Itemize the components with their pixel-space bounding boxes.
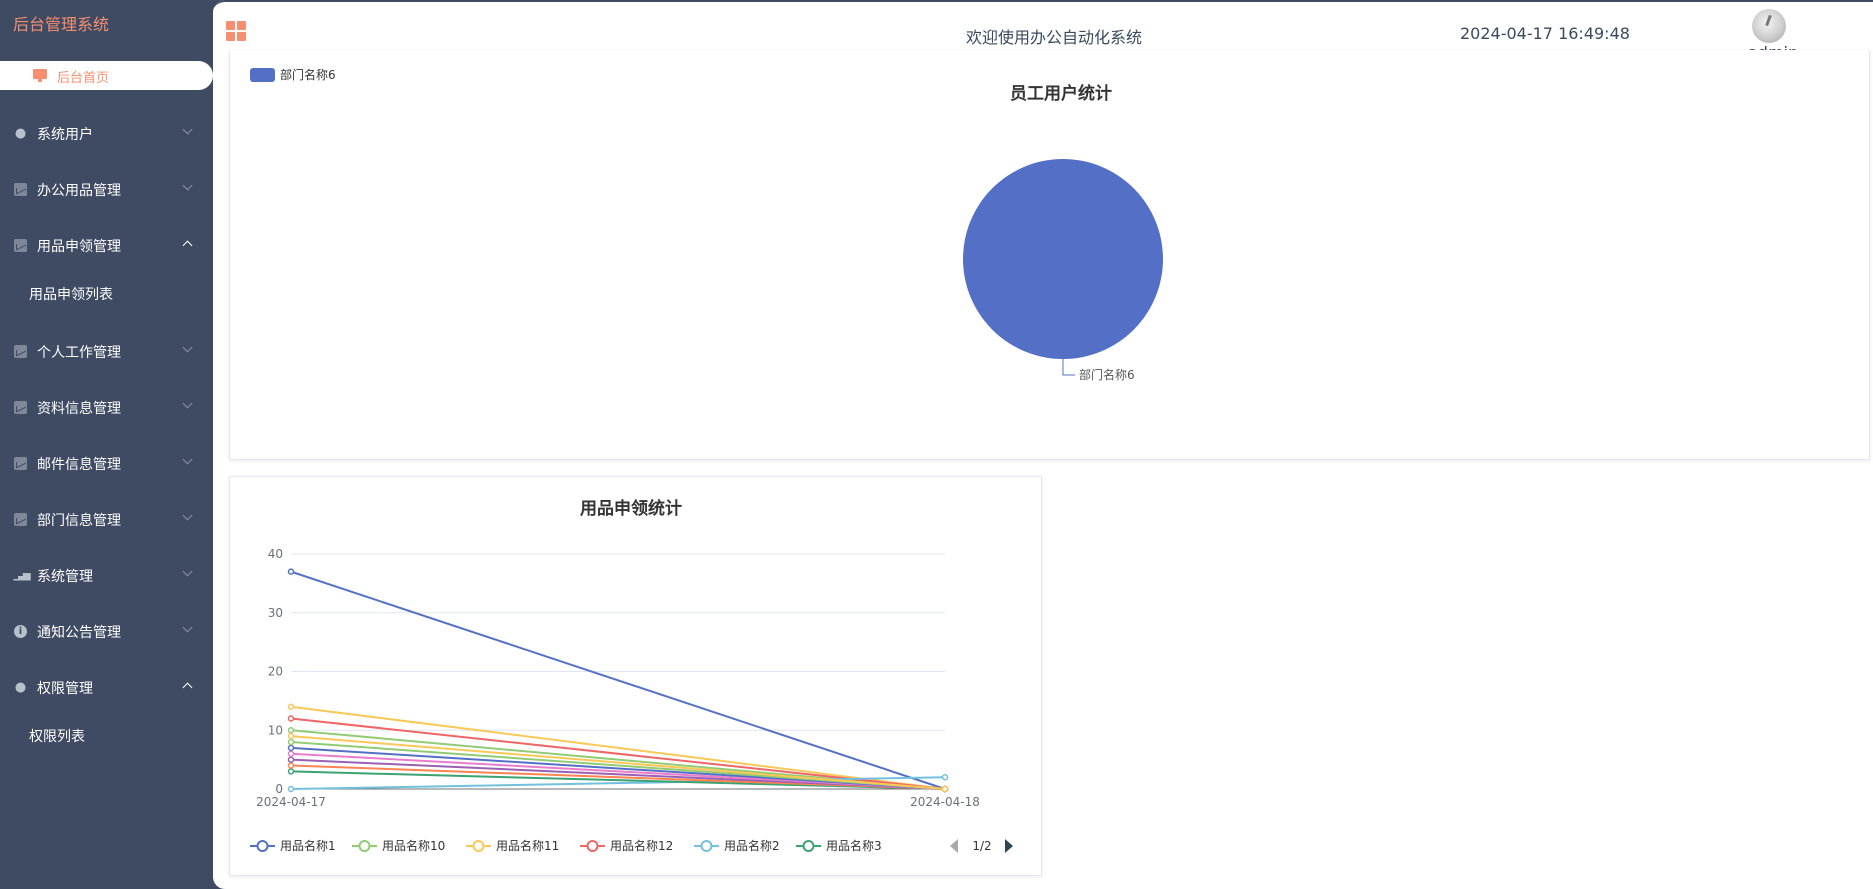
- pie-chart-card: 员工用户统计 部门名称6 部门名称6: [229, 50, 1870, 460]
- data-point: [941, 774, 949, 781]
- data-point: [287, 715, 295, 722]
- sidebar-item-3[interactable]: 用品申领管理: [0, 230, 213, 260]
- data-point: [287, 727, 295, 734]
- legend-swatch: [250, 68, 275, 82]
- y-tick-label: 30: [268, 606, 283, 620]
- sidebar-item-label: 部门信息管理: [37, 513, 121, 529]
- sidebar-item-label: 系统用户: [37, 127, 93, 143]
- legend-label: 用品名称11: [496, 838, 559, 853]
- info-icon: i: [14, 625, 27, 638]
- sidebar-item-label: 个人工作管理: [37, 345, 121, 361]
- sidebar-item-label: 后台首页: [57, 71, 110, 86]
- legend-marker: [472, 840, 485, 852]
- main-area: 欢迎使用办公自动化系统 2024-04-17 16:49:48 admin 员工…: [213, 0, 1873, 889]
- data-point: [287, 744, 295, 752]
- legend-label: 用品名称2: [724, 838, 780, 853]
- chart-icon: [14, 457, 27, 470]
- sidebar-item-6[interactable]: 邮件信息管理: [0, 448, 213, 478]
- chevron-down-icon: [182, 454, 193, 465]
- data-point: [287, 750, 295, 757]
- sidebar-item-5[interactable]: 资料信息管理: [0, 392, 213, 422]
- sidebar-item-10[interactable]: ● 权限管理: [0, 672, 213, 702]
- legend-label: 用品名称1: [280, 838, 336, 853]
- legend-label: 用品名称12: [610, 838, 673, 853]
- menu-toggle-icon[interactable]: [226, 21, 247, 42]
- sidebar-item-8[interactable]: ▁▃▅ 系统管理: [0, 560, 213, 590]
- sidebar-item-label: 邮件信息管理: [37, 457, 121, 473]
- sidebar-item-home[interactable]: 后台首页: [0, 61, 213, 90]
- series-line: [290, 570, 946, 790]
- chevron-down-icon: [182, 510, 193, 521]
- legend-marker: [802, 840, 815, 852]
- data-point: [941, 785, 949, 793]
- legend-marker: [700, 840, 713, 852]
- sidebar-item-label: 资料信息管理: [37, 401, 121, 417]
- chevron-down-icon: [182, 566, 193, 577]
- chart-icon: [14, 513, 27, 526]
- legend-next-icon: [1005, 839, 1013, 853]
- line-chart-card: 用品申领统计 0 10 20 30 40 2024-04-17 2024-04-18 用品名称…: [229, 476, 1042, 876]
- sidebar-item-1[interactable]: ● 系统用户: [0, 118, 213, 148]
- pie-slice: [963, 159, 1163, 359]
- y-tick-label: 20: [268, 665, 283, 679]
- chevron-down-icon: [182, 342, 193, 353]
- data-point: [287, 762, 295, 769]
- chevron-down-icon: [182, 398, 193, 409]
- bar-chart-icon: ▁▃▅: [13, 570, 30, 581]
- chart-icon: [14, 401, 27, 414]
- sidebar-item-label: 权限管理: [37, 681, 93, 697]
- data-point: [287, 756, 295, 763]
- chevron-down-icon: [182, 124, 193, 135]
- x-tick-label: 2024-04-17: [256, 795, 326, 809]
- legend-label: 用品名称3: [826, 838, 882, 853]
- user-icon: ●: [14, 126, 27, 141]
- sidebar-item-label: 办公用品管理: [37, 183, 121, 199]
- pie-slice-label: 部门名称6: [1079, 367, 1135, 382]
- sidebar-subitem[interactable]: 用品申领列表: [29, 284, 113, 304]
- legend-label: 用品名称10: [382, 838, 445, 853]
- welcome-text: 欢迎使用办公自动化系统: [966, 28, 1143, 47]
- y-tick-label: 10: [268, 723, 283, 737]
- avatar[interactable]: [1752, 9, 1786, 43]
- legend-label: 部门名称6: [280, 67, 336, 82]
- pie-label-line: [1062, 359, 1075, 376]
- current-datetime: 2024-04-17 16:49:48: [1460, 24, 1630, 43]
- brand-title: 后台管理系统: [13, 15, 110, 34]
- sidebar-item-label: 用品申领管理: [37, 239, 121, 255]
- chevron-down-icon: [182, 622, 193, 633]
- data-point: [287, 768, 295, 775]
- data-point: [287, 703, 295, 710]
- chevron-down-icon: [182, 180, 193, 191]
- chevron-up-icon: [182, 682, 193, 693]
- sidebar-item-label: 系统管理: [37, 569, 93, 585]
- sidebar-item-7[interactable]: 部门信息管理: [0, 504, 213, 534]
- sidebar: 后台管理系统 后台首页 ● 系统用户办公用品管理 用品申领管理用品申领列表个人工作管…: [0, 0, 213, 889]
- legend-prev-icon: [950, 839, 958, 853]
- chevron-up-icon: [182, 240, 193, 251]
- sidebar-item-9[interactable]: i 通知公告管理: [0, 616, 213, 646]
- line-chart: 0 10 20 30 40 2024-04-17 2024-04-18 用品名称1 用品名称10…: [250, 547, 1013, 853]
- sidebar-item-label: 通知公告管理: [37, 625, 121, 641]
- legend-page-indicator: 1/2: [972, 839, 991, 853]
- legend-marker: [256, 840, 269, 852]
- legend-marker: [586, 840, 599, 852]
- data-point: [287, 732, 295, 740]
- chart-icon: [14, 183, 27, 196]
- chart-icon: [14, 239, 27, 252]
- sidebar-item-4[interactable]: 个人工作管理: [0, 336, 213, 366]
- data-point: [287, 568, 295, 575]
- user-icon: ●: [14, 680, 27, 695]
- legend-marker: [358, 840, 371, 852]
- sidebar-subitem[interactable]: 权限列表: [29, 726, 85, 746]
- y-tick-label: 0: [275, 782, 283, 796]
- monitor-icon: [33, 69, 47, 82]
- pie-chart: 部门名称6 部门名称6: [250, 67, 1163, 382]
- sidebar-item-2[interactable]: 办公用品管理: [0, 174, 213, 204]
- data-point: [287, 738, 295, 746]
- chart-icon: [14, 345, 27, 358]
- x-tick-label: 2024-04-18: [910, 795, 980, 809]
- data-point: [287, 785, 295, 793]
- y-tick-label: 40: [268, 547, 283, 561]
